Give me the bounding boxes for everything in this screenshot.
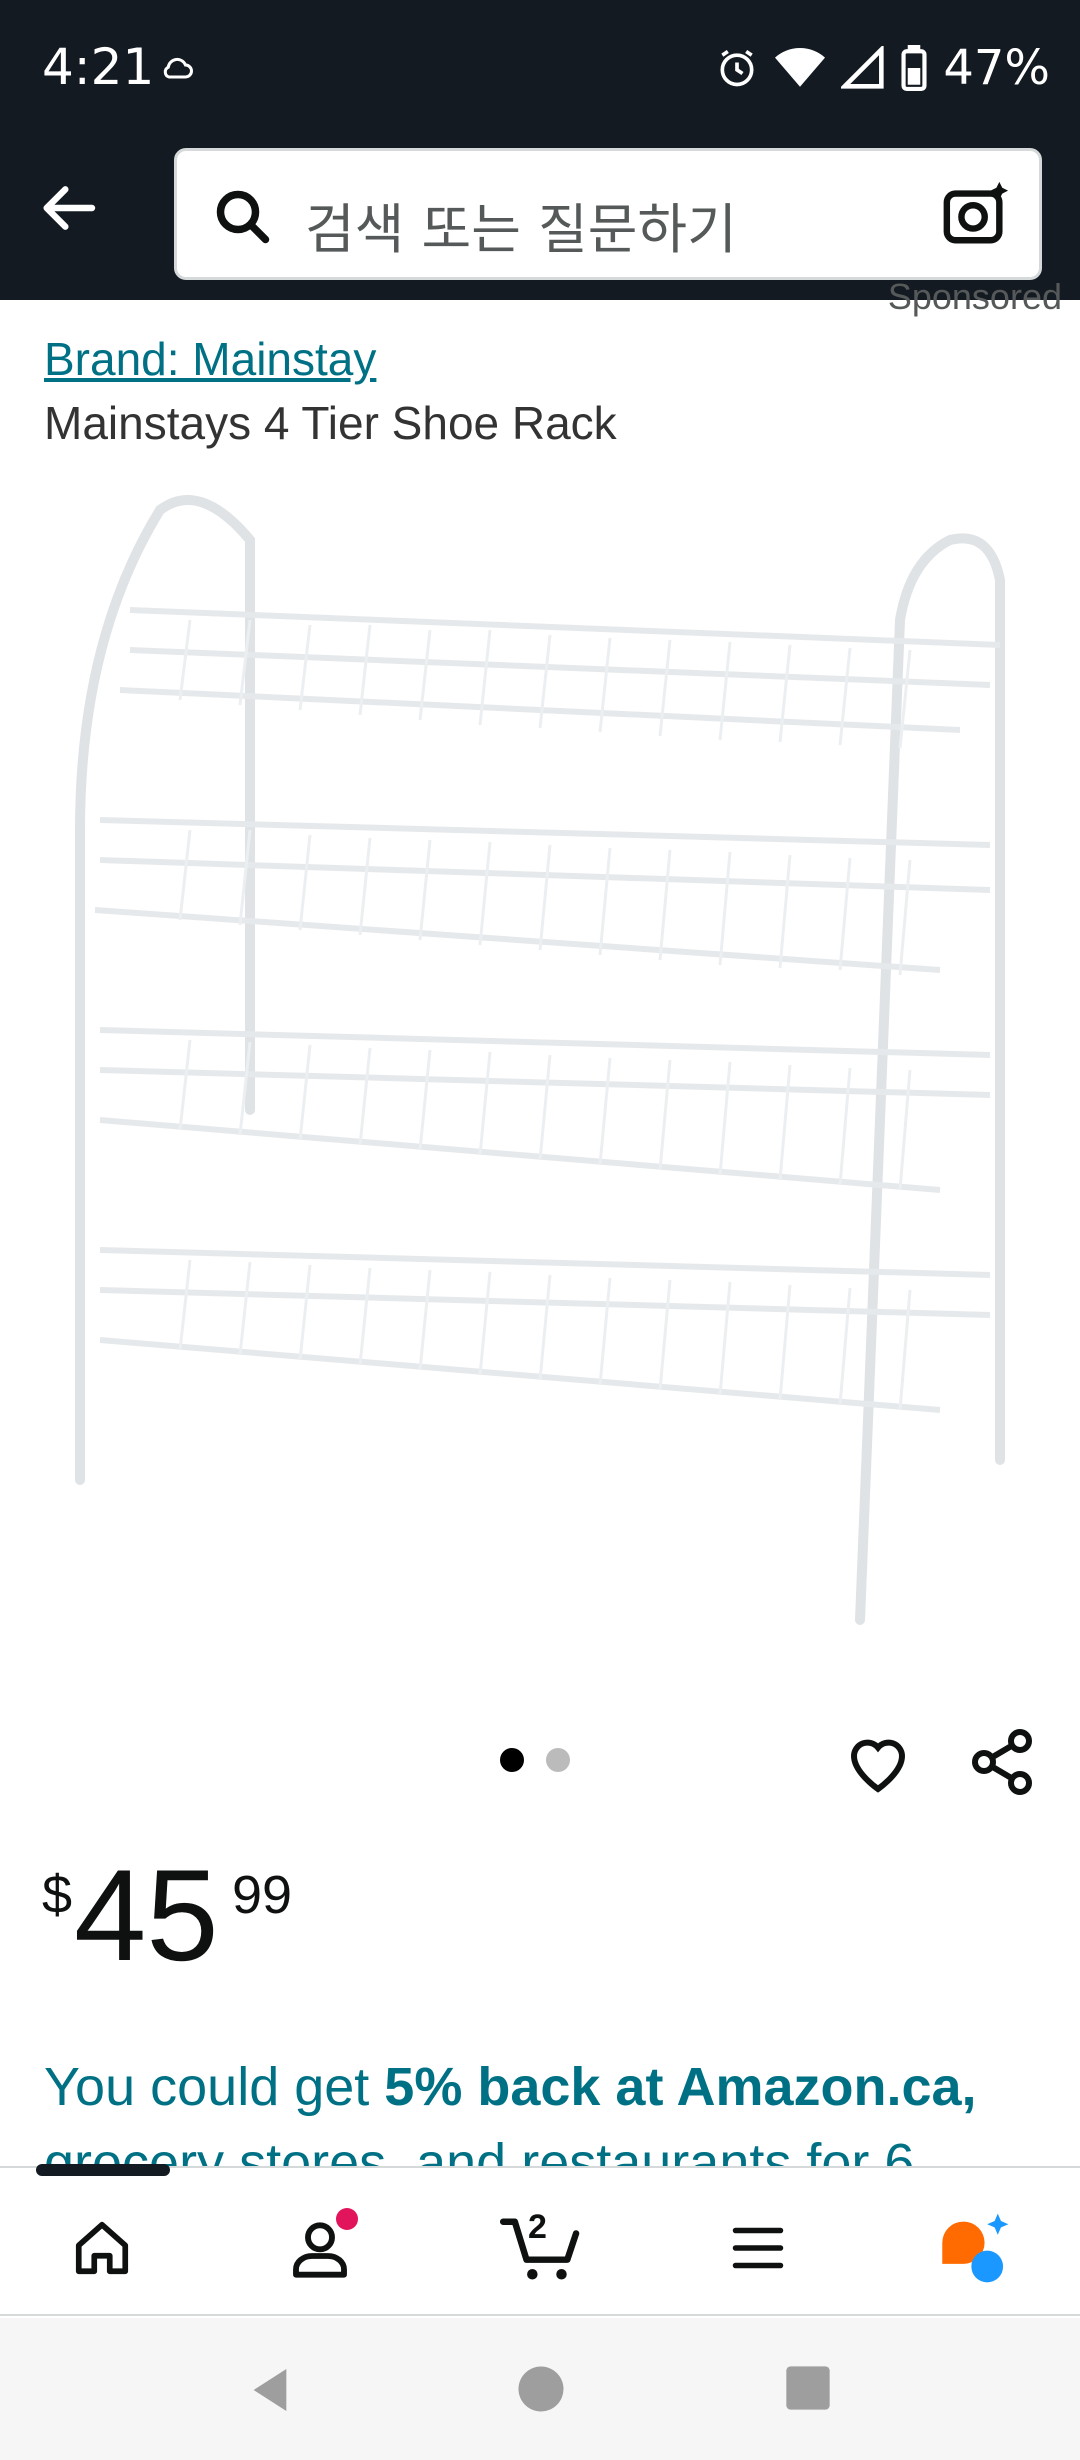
product-title: Mainstays 4 Tier Shoe Rack (44, 397, 617, 449)
notification-dot (336, 2208, 358, 2230)
promo-prefix: You could get (44, 2057, 385, 2117)
price-fraction: 99 (232, 1865, 293, 1925)
system-nav-bar (0, 2318, 1080, 2460)
bottom-nav: 2 (0, 2164, 1080, 2316)
brand-link[interactable]: Brand: Mainstay (44, 332, 376, 386)
signal-icon (841, 46, 884, 89)
nav-account[interactable] (280, 2208, 360, 2288)
search-bar[interactable]: 검색 또는 질문하기 (174, 148, 1042, 280)
nav-cart[interactable]: 2 (494, 2208, 594, 2288)
search-input[interactable]: 검색 또는 질문하기 (305, 185, 737, 264)
system-recents-icon[interactable] (782, 2362, 834, 2414)
cloud-icon (163, 57, 193, 79)
active-tab-indicator (36, 2164, 170, 2176)
battery-level: 47% (943, 40, 1050, 96)
menu-icon (732, 2227, 784, 2269)
sponsored-label[interactable]: Sponsored (888, 276, 1062, 318)
battery-icon (901, 45, 927, 91)
status-bar: 4:21 47% (0, 0, 1080, 135)
back-button[interactable] (30, 170, 106, 246)
price-whole: 45 (74, 1842, 219, 1988)
nav-home[interactable] (62, 2208, 142, 2288)
system-home-icon[interactable] (514, 2362, 568, 2416)
price-currency: $ (42, 1865, 73, 1925)
promo-suffix: grocery stores, and restaurants for 6 (44, 2132, 915, 2170)
rufus-icon (942, 2213, 1009, 2283)
product-image[interactable] (40, 470, 1040, 1650)
status-time: 4:21 (42, 38, 155, 96)
heart-icon[interactable] (842, 1726, 914, 1798)
card-promo-link[interactable]: You could get 5% back at Amazon.ca, groc… (44, 2050, 1054, 2170)
promo-highlight: 5% back at Amazon.ca, (384, 2057, 977, 2117)
share-icon[interactable] (966, 1726, 1038, 1798)
home-icon (75, 2221, 129, 2275)
status-right: 47% (715, 40, 1050, 96)
wifi-icon (775, 48, 826, 87)
top-bar: 4:21 47% 검색 또는 질문하기 (0, 0, 1080, 300)
back-arrow-icon (43, 186, 96, 230)
image-pagination[interactable] (500, 1748, 570, 1772)
nav-rufus[interactable] (934, 2208, 1014, 2288)
cart-count: 2 (528, 2208, 547, 2246)
nav-menu[interactable] (718, 2208, 798, 2288)
page-dot-active[interactable] (500, 1748, 524, 1772)
camera-search-icon[interactable] (941, 179, 1011, 249)
system-back-icon[interactable] (242, 2362, 298, 2418)
search-icon (216, 190, 270, 244)
page-dot[interactable] (546, 1748, 570, 1772)
alarm-icon (720, 49, 754, 87)
